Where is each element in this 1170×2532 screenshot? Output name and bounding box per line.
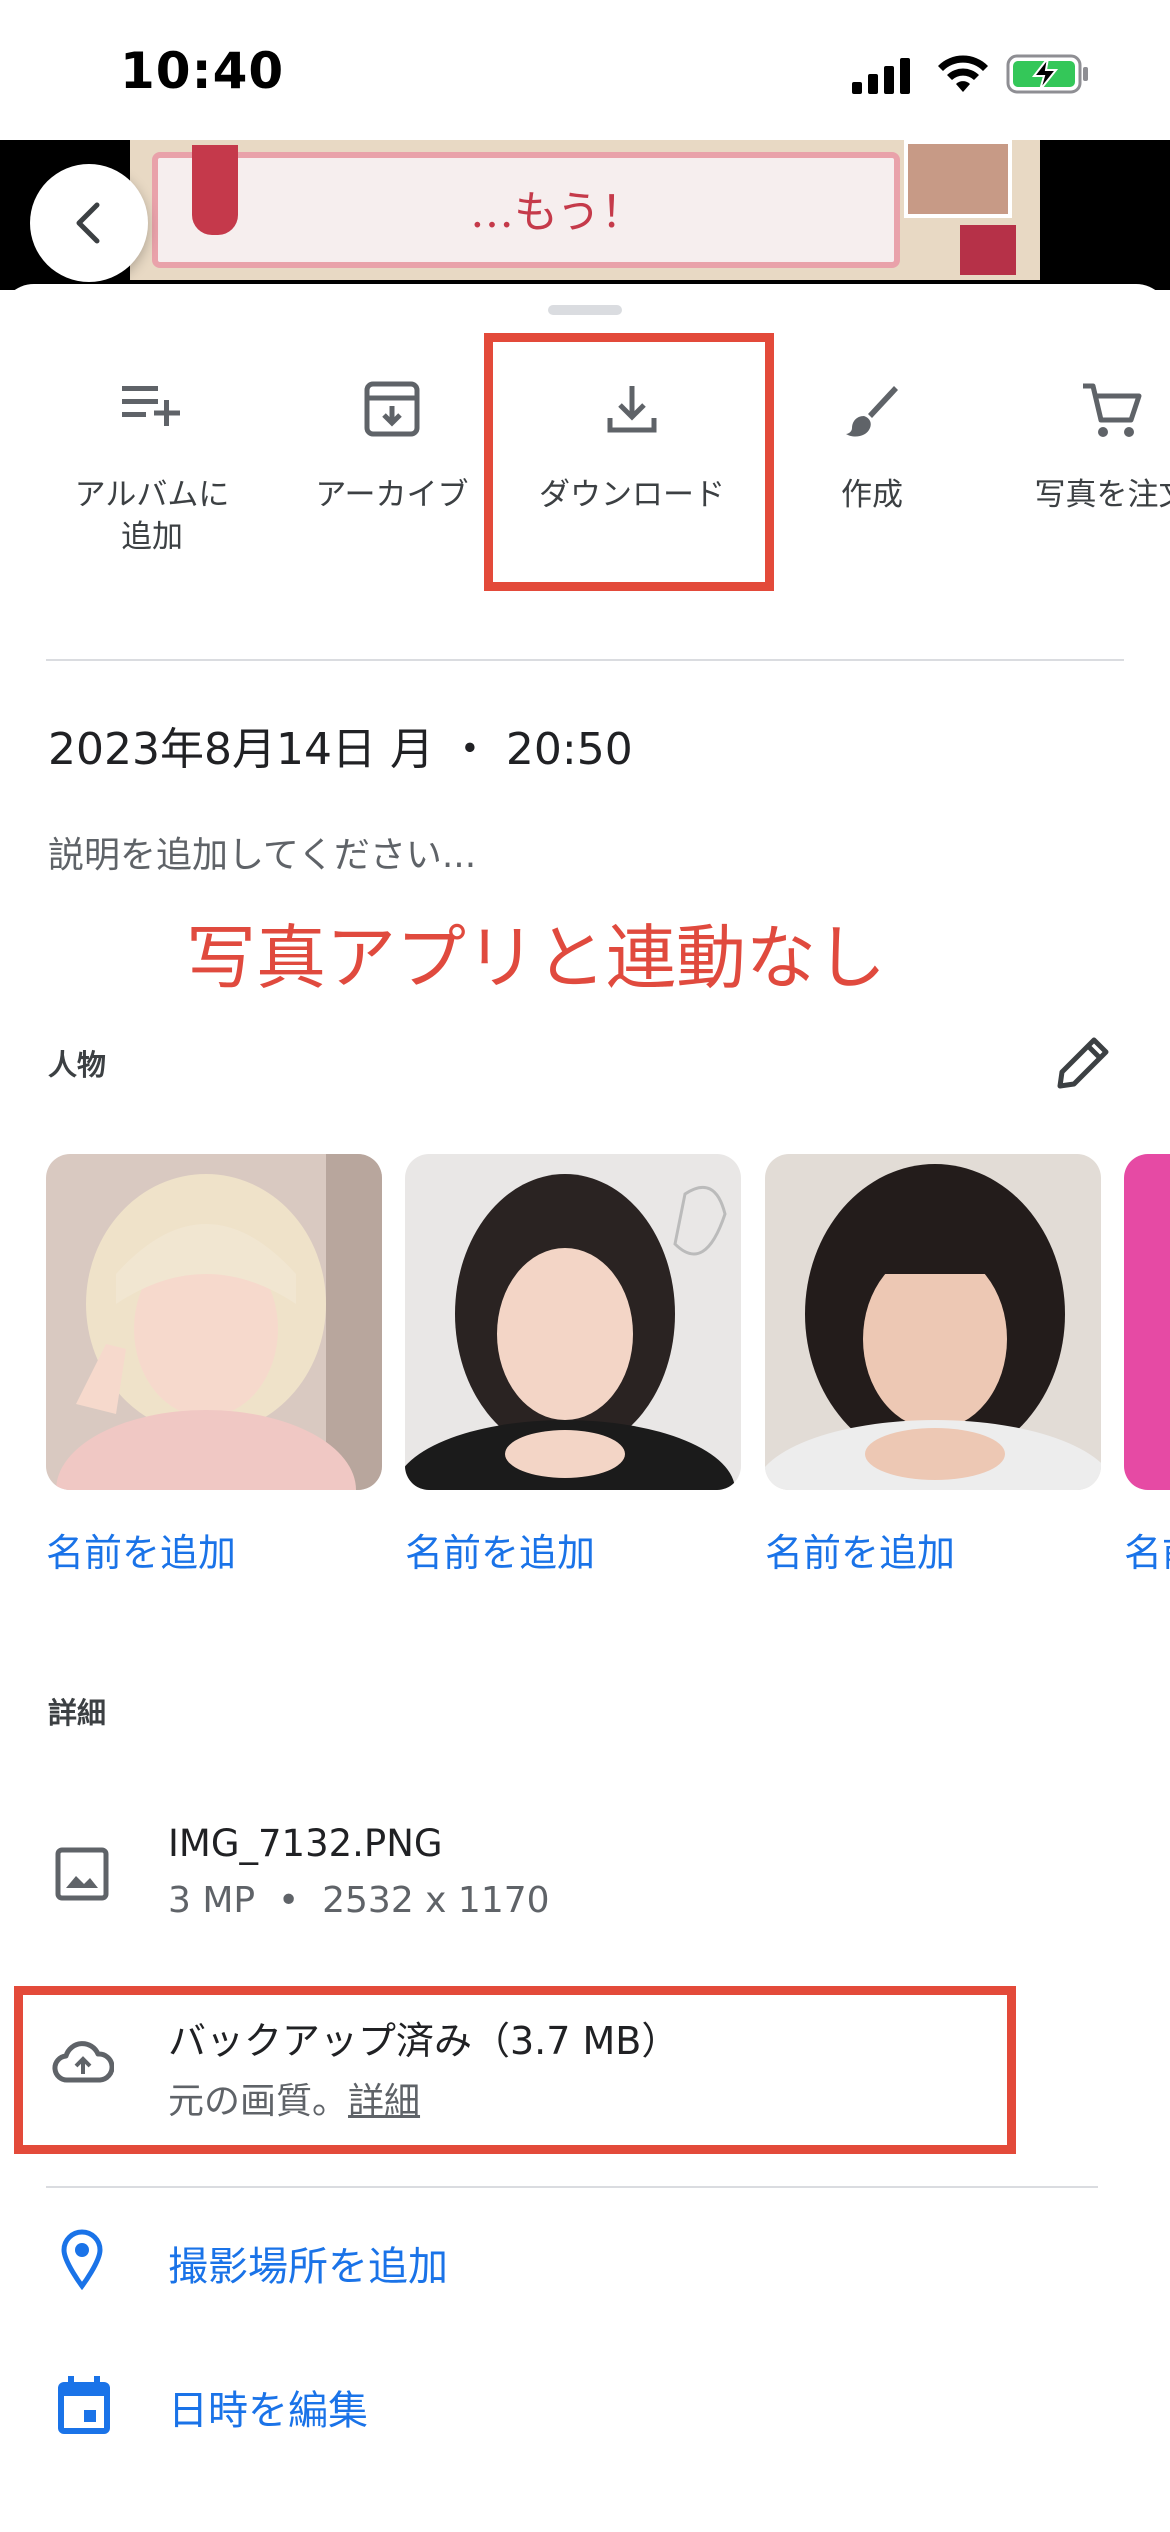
person-thumbnail[interactable]: [405, 1154, 741, 1490]
order-photos-button[interactable]: 写真を注文: [992, 380, 1170, 516]
people-heading: 人物: [48, 1048, 107, 1082]
add-name-link[interactable]: 名前を追加: [405, 1522, 595, 1577]
create-button[interactable]: 作成: [752, 380, 992, 516]
back-button[interactable]: [30, 164, 148, 282]
file-meta: 3 MP • 2532 x 1170: [168, 1880, 550, 1921]
cloud-upload-icon: [52, 2041, 114, 2083]
add-to-album-label: アルバムに 追加: [74, 477, 230, 555]
status-time: 10:40: [120, 42, 285, 100]
person-photo: [405, 1154, 741, 1490]
download-highlight-box: [484, 333, 774, 591]
create-label: 作成: [841, 477, 903, 513]
archive-label: アーカイブ: [315, 477, 469, 513]
cart-icon: [1083, 383, 1142, 437]
cellular-signal-icon: [852, 58, 910, 94]
chevron-left-icon: [76, 202, 100, 244]
calendar-icon: [58, 2376, 110, 2434]
add-location-link[interactable]: 撮影場所を追加: [168, 2234, 448, 2292]
location-pin-icon: [61, 2229, 103, 2290]
backup-details-link[interactable]: 詳細: [348, 2081, 420, 2122]
person-photo: [46, 1154, 382, 1490]
battery-charging-icon: [1006, 54, 1088, 94]
description-input[interactable]: 説明を追加してください...: [48, 826, 476, 878]
banner-ribbon: [960, 225, 1016, 275]
person-thumbnail[interactable]: [46, 1154, 382, 1490]
photo-date: 2023年8月14日 月 ・ 20:50: [48, 724, 633, 775]
archive-icon: [364, 381, 420, 437]
edit-datetime-link[interactable]: 日時を編集: [168, 2378, 368, 2436]
archive-button[interactable]: アーカイブ: [272, 380, 512, 516]
backup-quality-text: 元の画質。: [168, 2081, 349, 2122]
add-name-link[interactable]: 名前を追加: [46, 1522, 236, 1577]
file-name: IMG_7132.PNG: [168, 1822, 443, 1865]
backup-quality: 元の画質。詳細: [168, 2072, 420, 2124]
image-icon: [55, 1847, 109, 1901]
playlist-add-icon: [122, 386, 180, 426]
drag-handle[interactable]: [548, 305, 622, 315]
annotation-text: 写真アプリと連動なし: [186, 917, 886, 999]
add-to-album-button[interactable]: アルバムに 追加: [32, 380, 272, 558]
person-thumbnail[interactable]: [1124, 1154, 1170, 1490]
add-name-link[interactable]: 名前を追加: [765, 1522, 955, 1577]
brush-icon: [846, 386, 898, 437]
divider: [46, 2186, 1098, 2188]
banner-tag: [192, 145, 238, 235]
edit-pencil-icon[interactable]: [1052, 1030, 1116, 1094]
add-name-link[interactable]: 名前を追加: [1124, 1522, 1170, 1577]
divider: [46, 659, 1124, 661]
person-photo: [765, 1154, 1101, 1490]
banner-text: …もう！: [470, 187, 645, 238]
person-thumbnail[interactable]: [765, 1154, 1101, 1490]
wifi-icon: [938, 55, 988, 92]
order-photos-label: 写真を注文: [1034, 477, 1170, 513]
backup-status: バックアップ済み（3.7 MB）: [168, 2019, 680, 2063]
banner-photo: [904, 140, 1012, 218]
details-heading: 詳細: [48, 1696, 107, 1730]
